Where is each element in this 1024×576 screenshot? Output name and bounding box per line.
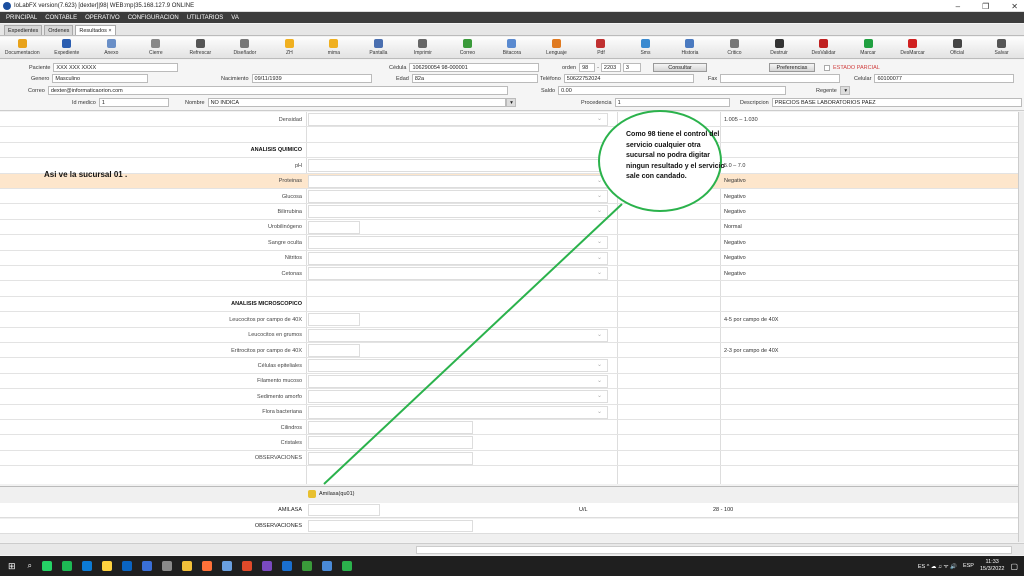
horizontal-scrollbar[interactable] [0, 543, 1024, 555]
app-icon[interactable] [242, 561, 253, 571]
clock-date: 15/3/2022 [979, 566, 1005, 572]
result-reference: 28 - 100 [713, 507, 734, 513]
windows-taskbar: ⊞ ⌕ ES ^ ☁ ♫ ᯤ 🔊 ESP 11:33 15/3/2022 ▢ [0, 556, 1024, 576]
app-icon[interactable] [282, 561, 293, 571]
folder-icon[interactable] [182, 561, 193, 571]
result-name: AMILASA [278, 507, 302, 513]
status-field [416, 546, 1012, 554]
app-icon[interactable] [142, 561, 153, 571]
search-icon[interactable]: ⌕ [28, 561, 32, 571]
table-row: AMILASA U/L 28 - 100 [0, 503, 1018, 518]
tray-icons[interactable]: ES ^ ☁ ♫ ᯤ 🔊 [918, 562, 957, 570]
app-icon[interactable] [162, 561, 173, 571]
iolab-icon[interactable] [322, 561, 333, 571]
edge-icon[interactable] [82, 561, 93, 571]
system-tray: ES ^ ☁ ♫ ᯤ 🔊 ESP 11:33 15/3/2022 ▢ [918, 556, 1018, 576]
test-header: Amilasa(qu01) [308, 490, 354, 498]
callout-text: Como 98 tiene el control del servicio cu… [626, 131, 725, 180]
start-icon[interactable]: ⊞ [8, 561, 16, 572]
firefox-icon[interactable] [202, 561, 213, 571]
clock[interactable]: 11:33 15/3/2022 [980, 559, 1004, 573]
app-icon[interactable] [342, 561, 353, 571]
vertical-scrollbar[interactable] [1018, 112, 1024, 542]
lock-icon [308, 490, 316, 498]
annotation-line [323, 203, 623, 485]
spotify-icon[interactable] [62, 561, 73, 571]
whatsapp-icon[interactable] [42, 561, 53, 571]
app-icon[interactable] [302, 561, 313, 571]
clock-time: 11:33 [985, 559, 999, 565]
test-header-label: Amilasa(qu01) [319, 491, 355, 497]
result-name: OBSERVACIONES [254, 523, 302, 529]
notification-icon[interactable]: ▢ [1010, 562, 1018, 571]
result-input[interactable] [308, 504, 380, 516]
table-row: OBSERVACIONES [0, 519, 1018, 534]
result-unit: U/L [579, 507, 588, 513]
app-icon[interactable] [222, 561, 233, 571]
chrome-icon[interactable] [102, 561, 113, 571]
language-indicator[interactable]: ESP [963, 563, 974, 569]
outlook-icon[interactable] [122, 561, 133, 571]
secondary-test-panel: Amilasa(qu01) AMILASA U/L 28 - 100 OBSER… [0, 486, 1018, 542]
result-input[interactable] [308, 520, 473, 532]
app-icon[interactable] [262, 561, 273, 571]
